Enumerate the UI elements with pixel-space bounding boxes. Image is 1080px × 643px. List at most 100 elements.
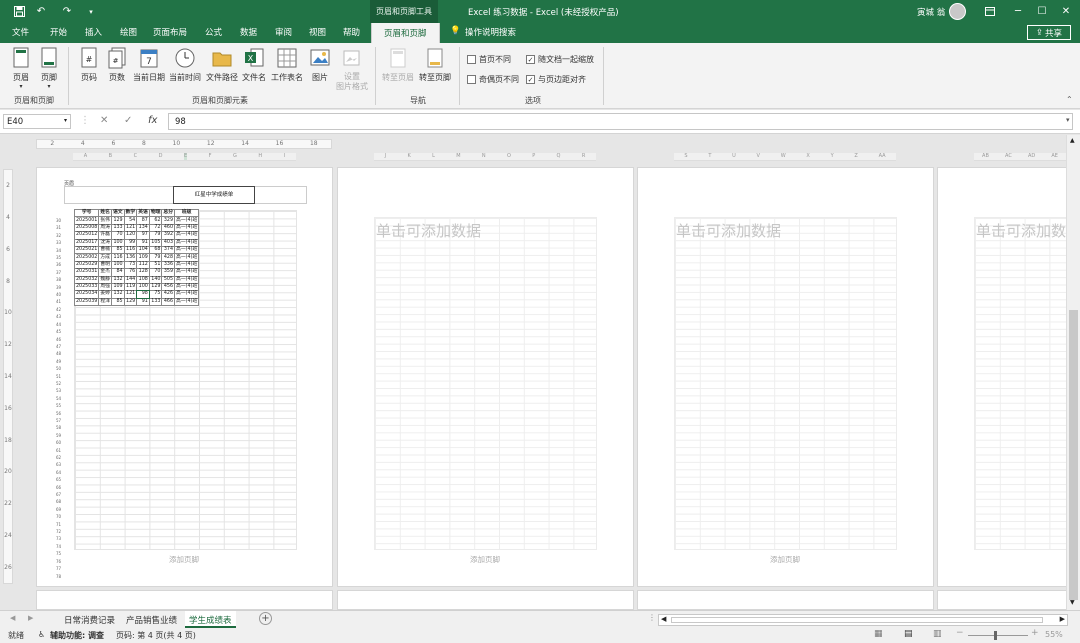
table-cell[interactable]: 高一(4)班 (174, 290, 200, 299)
row-number[interactable]: 43 (56, 313, 61, 320)
table-cell[interactable]: 周涛 (98, 223, 112, 233)
tab-draw[interactable]: 绘图 (120, 26, 137, 38)
row-number[interactable]: 67 (56, 491, 61, 498)
table-cell[interactable]: 75 (148, 290, 163, 299)
add-data-placeholder[interactable]: 单击可添加数据 (376, 220, 481, 241)
table-cell[interactable]: 周强 (98, 282, 112, 292)
row-number[interactable]: 71 (56, 521, 61, 528)
row-number[interactable]: 32 (56, 232, 61, 239)
table-cell[interactable]: 109 (110, 282, 125, 292)
table-cell[interactable]: 2025029 (73, 260, 100, 270)
page-break-view-icon[interactable]: ▥ (933, 629, 942, 639)
table-cell[interactable]: 426 (161, 290, 176, 299)
share-button[interactable]: ⇪ 共享 (1027, 25, 1071, 40)
table-cell[interactable]: 120 (123, 231, 138, 240)
table-cell[interactable]: 105 (148, 238, 163, 247)
row-number[interactable]: 53 (56, 387, 61, 394)
table-cell[interactable]: 460 (161, 223, 176, 233)
row-number[interactable]: 36 (56, 261, 61, 268)
tab-view[interactable]: 视图 (309, 26, 326, 38)
row-number[interactable]: 77 (56, 565, 61, 572)
name-box[interactable]: E40 ▾ (3, 114, 71, 129)
cell-grid[interactable] (374, 217, 597, 550)
table-cell[interactable]: 高一(4)班 (174, 245, 200, 255)
scroll-down-icon[interactable]: ▼ (1070, 599, 1075, 606)
sheet-name-button[interactable]: 工作表名 (270, 47, 304, 83)
table-cell[interactable]: 51 (148, 260, 163, 270)
row-number[interactable]: 50 (56, 365, 61, 372)
row-number[interactable]: 66 (56, 484, 61, 491)
option-first-page-different[interactable]: 首页不同 (467, 54, 511, 65)
table-cell[interactable]: 85 (110, 297, 125, 307)
table-cell[interactable]: 79 (148, 231, 163, 240)
row-number[interactable]: 62 (56, 454, 61, 461)
column-header-cell[interactable]: 学号 (73, 208, 100, 218)
row-number[interactable]: 30 (56, 217, 61, 224)
option-odd-even-different[interactable]: 奇偶页不同 (467, 74, 519, 85)
picture-button[interactable]: 图片 (308, 47, 332, 83)
table-cell[interactable]: 392 (161, 231, 176, 240)
restore-icon[interactable]: ☐ (1032, 2, 1052, 20)
row-number[interactable]: 46 (56, 336, 61, 343)
column-header-cell[interactable]: 英语 (136, 208, 150, 218)
row-number[interactable]: 65 (56, 476, 61, 483)
column-header-cell[interactable]: 物理 (148, 208, 163, 218)
table-cell[interactable]: 2025012 (73, 231, 100, 240)
table-cell[interactable]: 62 (148, 216, 163, 225)
table-cell[interactable]: 336 (161, 260, 176, 270)
table-cell[interactable]: 79 (148, 253, 163, 262)
table-cell[interactable]: 2025002 (73, 253, 100, 262)
table-cell[interactable]: 2025033 (73, 282, 100, 292)
table-cell[interactable]: 70 (110, 231, 125, 240)
table-cell[interactable]: 428 (161, 253, 176, 262)
sheet-tab-product-sales[interactable]: 产品销售业绩 (122, 611, 181, 628)
table-cell[interactable]: 68 (148, 245, 163, 255)
next-sheet-icon[interactable]: ▶ (28, 614, 33, 622)
table-cell[interactable]: 140 (148, 275, 163, 284)
table-cell[interactable]: 2025031 (73, 268, 100, 277)
header-area[interactable]: 红星中学成绩单 (64, 186, 307, 204)
row-number[interactable]: 52 (56, 380, 61, 387)
table-cell[interactable]: 104 (136, 245, 150, 255)
table-cell[interactable]: 高一(4)班 (174, 297, 200, 307)
current-time-button[interactable]: 当前时间 (168, 47, 202, 83)
row-number[interactable]: 56 (56, 410, 61, 417)
table-cell[interactable]: 91 (136, 238, 150, 247)
file-name-button[interactable]: X 文件名 (241, 47, 267, 83)
table-cell[interactable]: 曹楠 (98, 245, 112, 255)
table-cell[interactable]: 129 (110, 216, 125, 225)
add-data-placeholder[interactable]: 单击可添加数据 (976, 220, 1066, 241)
customize-icon[interactable]: ▾ (84, 5, 98, 18)
table-cell[interactable]: 84 (110, 268, 125, 277)
table-cell[interactable]: 高一(4)班 (174, 282, 200, 292)
tab-home[interactable]: 开始 (50, 26, 67, 38)
page-count-button[interactable]: # 页数 (105, 47, 129, 83)
table-cell[interactable]: 70 (148, 268, 163, 277)
checkbox-checked[interactable]: ✓ (526, 55, 535, 64)
table-cell[interactable]: 374 (161, 245, 176, 255)
column-header-cell[interactable]: 总分 (161, 208, 176, 218)
page-number-button[interactable]: # 页码 (77, 47, 101, 83)
footer-placeholder[interactable]: 添加页脚 (770, 554, 800, 565)
row-number[interactable]: 51 (56, 373, 61, 380)
option-scale-with-document[interactable]: ✓ 随文档一起缩放 (526, 54, 594, 65)
row-number[interactable]: 64 (56, 469, 61, 476)
scroll-left-icon[interactable]: ◀ (661, 615, 666, 623)
go-to-header-button[interactable]: 转至页眉 (381, 47, 415, 83)
row-number[interactable]: 33 (56, 239, 61, 246)
table-cell[interactable]: 329 (161, 216, 176, 225)
table-cell[interactable]: 高一(4)班 (174, 253, 200, 262)
enter-icon[interactable]: ✓ (124, 115, 132, 126)
normal-view-icon[interactable]: ▦ (874, 629, 883, 639)
table-cell[interactable]: 2025032 (73, 275, 100, 284)
table-cell[interactable]: 121 (123, 223, 138, 233)
row-number[interactable]: 59 (56, 432, 61, 439)
row-number[interactable]: 55 (56, 402, 61, 409)
tab-header-footer[interactable]: 页眉和页脚 (371, 23, 440, 43)
file-path-button[interactable]: 文件路径 (205, 47, 239, 83)
table-cell[interactable]: 133 (148, 297, 163, 307)
table-cell[interactable]: 119 (123, 282, 138, 292)
tab-data[interactable]: 数据 (240, 26, 257, 38)
row-number[interactable]: 61 (56, 447, 61, 454)
user-name[interactable]: 寅城 翁 (917, 6, 945, 18)
